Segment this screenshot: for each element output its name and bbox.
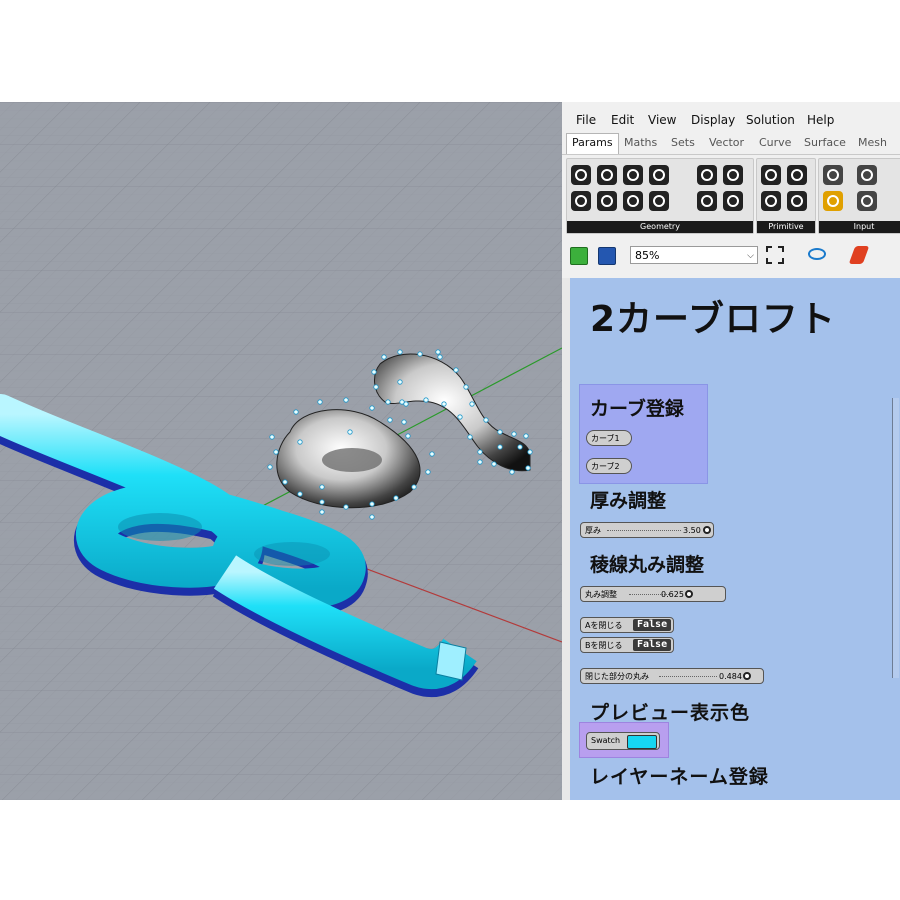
point-param-icon[interactable] <box>623 191 643 211</box>
zoom-extents-icon[interactable] <box>766 246 784 264</box>
tab-surface[interactable]: Surface <box>804 136 846 149</box>
plane-param-icon[interactable] <box>597 191 617 211</box>
ribbon-group-primitive: Primitive <box>756 158 816 234</box>
menu-file[interactable]: File <box>576 113 596 127</box>
line-param-icon[interactable] <box>571 191 591 211</box>
closed-fillet-value: 0.484 <box>719 672 742 681</box>
fillet-slider[interactable]: 丸み調整 0.625 <box>580 586 726 602</box>
import-icon[interactable] <box>823 165 843 185</box>
ribbon-label-geometry: Geometry <box>567 221 753 233</box>
menu-display[interactable]: Display <box>691 113 735 127</box>
toggle-value: False <box>633 619 672 631</box>
chevron-down-icon: ⌵ <box>747 251 754 261</box>
number-param-icon[interactable] <box>761 191 781 211</box>
ribbon-group-input: Input <box>818 158 900 234</box>
curve1-param[interactable]: カーブ1 <box>586 430 632 446</box>
fillet-heading: 稜線丸み調整 <box>590 554 705 576</box>
menu-bar: File Edit View Display Solution Help <box>562 110 900 132</box>
open-file-icon[interactable] <box>570 247 588 265</box>
field-param-icon[interactable] <box>697 191 717 211</box>
menu-solution[interactable]: Solution <box>746 113 795 127</box>
preview-eye-icon[interactable] <box>808 248 826 260</box>
vector-param-icon[interactable] <box>649 191 669 211</box>
menu-help[interactable]: Help <box>807 113 834 127</box>
ribbon-label-input: Input <box>819 221 900 233</box>
tab-sets[interactable]: Sets <box>671 136 695 149</box>
tab-maths[interactable]: Maths <box>624 136 657 149</box>
vertical-scrollbar[interactable] <box>562 278 570 800</box>
grasshopper-canvas[interactable]: 2カーブロフト カーブ登録 カーブ1 カーブ2 厚み調整 厚み 3.50 稜線丸… <box>562 278 900 800</box>
swatch-color <box>627 735 657 749</box>
save-file-icon[interactable] <box>598 247 616 265</box>
thickness-heading: 厚み調整 <box>590 490 667 512</box>
ribbon-label-primitive: Primitive <box>757 221 815 233</box>
thickness-value: 3.50 <box>683 526 701 535</box>
zoom-select[interactable]: 85% ⌵ <box>630 246 758 264</box>
curve-register-heading: カーブ登録 <box>590 398 684 420</box>
slider-knob[interactable] <box>703 526 711 534</box>
canvas-toolbar: 85% ⌵ <box>562 240 900 270</box>
closed-fillet-slider[interactable]: 閉じた部分の丸み 0.484 <box>580 668 764 684</box>
toggle-value: False <box>633 639 672 651</box>
mesh-param-icon[interactable] <box>723 165 743 185</box>
ribbon-group-geometry: Geometry <box>566 158 754 234</box>
rhino-viewport[interactable] <box>0 102 562 800</box>
close-b-toggle[interactable]: Bを閉じる False <box>580 637 674 653</box>
surface-param-icon[interactable] <box>649 165 669 185</box>
canvas-title: 2カーブロフト <box>590 299 836 340</box>
slider-knob[interactable] <box>685 590 693 598</box>
panel-icon[interactable] <box>857 165 877 185</box>
brep-param-icon[interactable] <box>697 165 717 185</box>
tab-params[interactable]: Params <box>566 133 619 154</box>
tab-mesh[interactable]: Mesh <box>858 136 887 149</box>
boolean-param-icon[interactable] <box>761 165 781 185</box>
viewport-scene <box>0 102 562 800</box>
tab-vector[interactable]: Vector <box>709 136 744 149</box>
menu-edit[interactable]: Edit <box>611 113 634 127</box>
component-ribbon: Geometry Primitive Input <box>562 155 900 235</box>
curve-param-icon[interactable] <box>623 165 643 185</box>
paint-brush-icon[interactable] <box>848 246 870 264</box>
component-tabs: Params Maths Sets Vector Curve Surface M… <box>562 132 900 155</box>
geometry-icon[interactable] <box>571 165 591 185</box>
group-param-icon[interactable] <box>723 191 743 211</box>
menu-view[interactable]: View <box>648 113 676 127</box>
slider-knob[interactable] <box>743 672 751 680</box>
button-input-icon[interactable] <box>857 191 877 211</box>
close-a-toggle[interactable]: Aを閉じる False <box>580 617 674 633</box>
swatch-component[interactable]: Swatch <box>586 732 660 750</box>
screenshot: File Edit View Display Solution Help Par… <box>0 102 900 800</box>
text-param-icon[interactable] <box>787 191 807 211</box>
zoom-value: 85% <box>635 249 660 262</box>
fillet-value: 0.625 <box>661 590 684 599</box>
thickness-slider[interactable]: 厚み 3.50 <box>580 522 714 538</box>
curve2-param[interactable]: カーブ2 <box>586 458 632 474</box>
preview-heading: プレビュー表示色 <box>590 702 751 724</box>
integer-param-icon[interactable] <box>787 165 807 185</box>
tab-curve[interactable]: Curve <box>759 136 791 149</box>
grasshopper-window: File Edit View Display Solution Help Par… <box>562 102 900 800</box>
circle-param-icon[interactable] <box>597 165 617 185</box>
offscreen-component-edge <box>892 398 899 678</box>
slider-icon[interactable] <box>823 191 843 211</box>
layer-name-heading: レイヤーネーム登録 <box>590 766 769 788</box>
